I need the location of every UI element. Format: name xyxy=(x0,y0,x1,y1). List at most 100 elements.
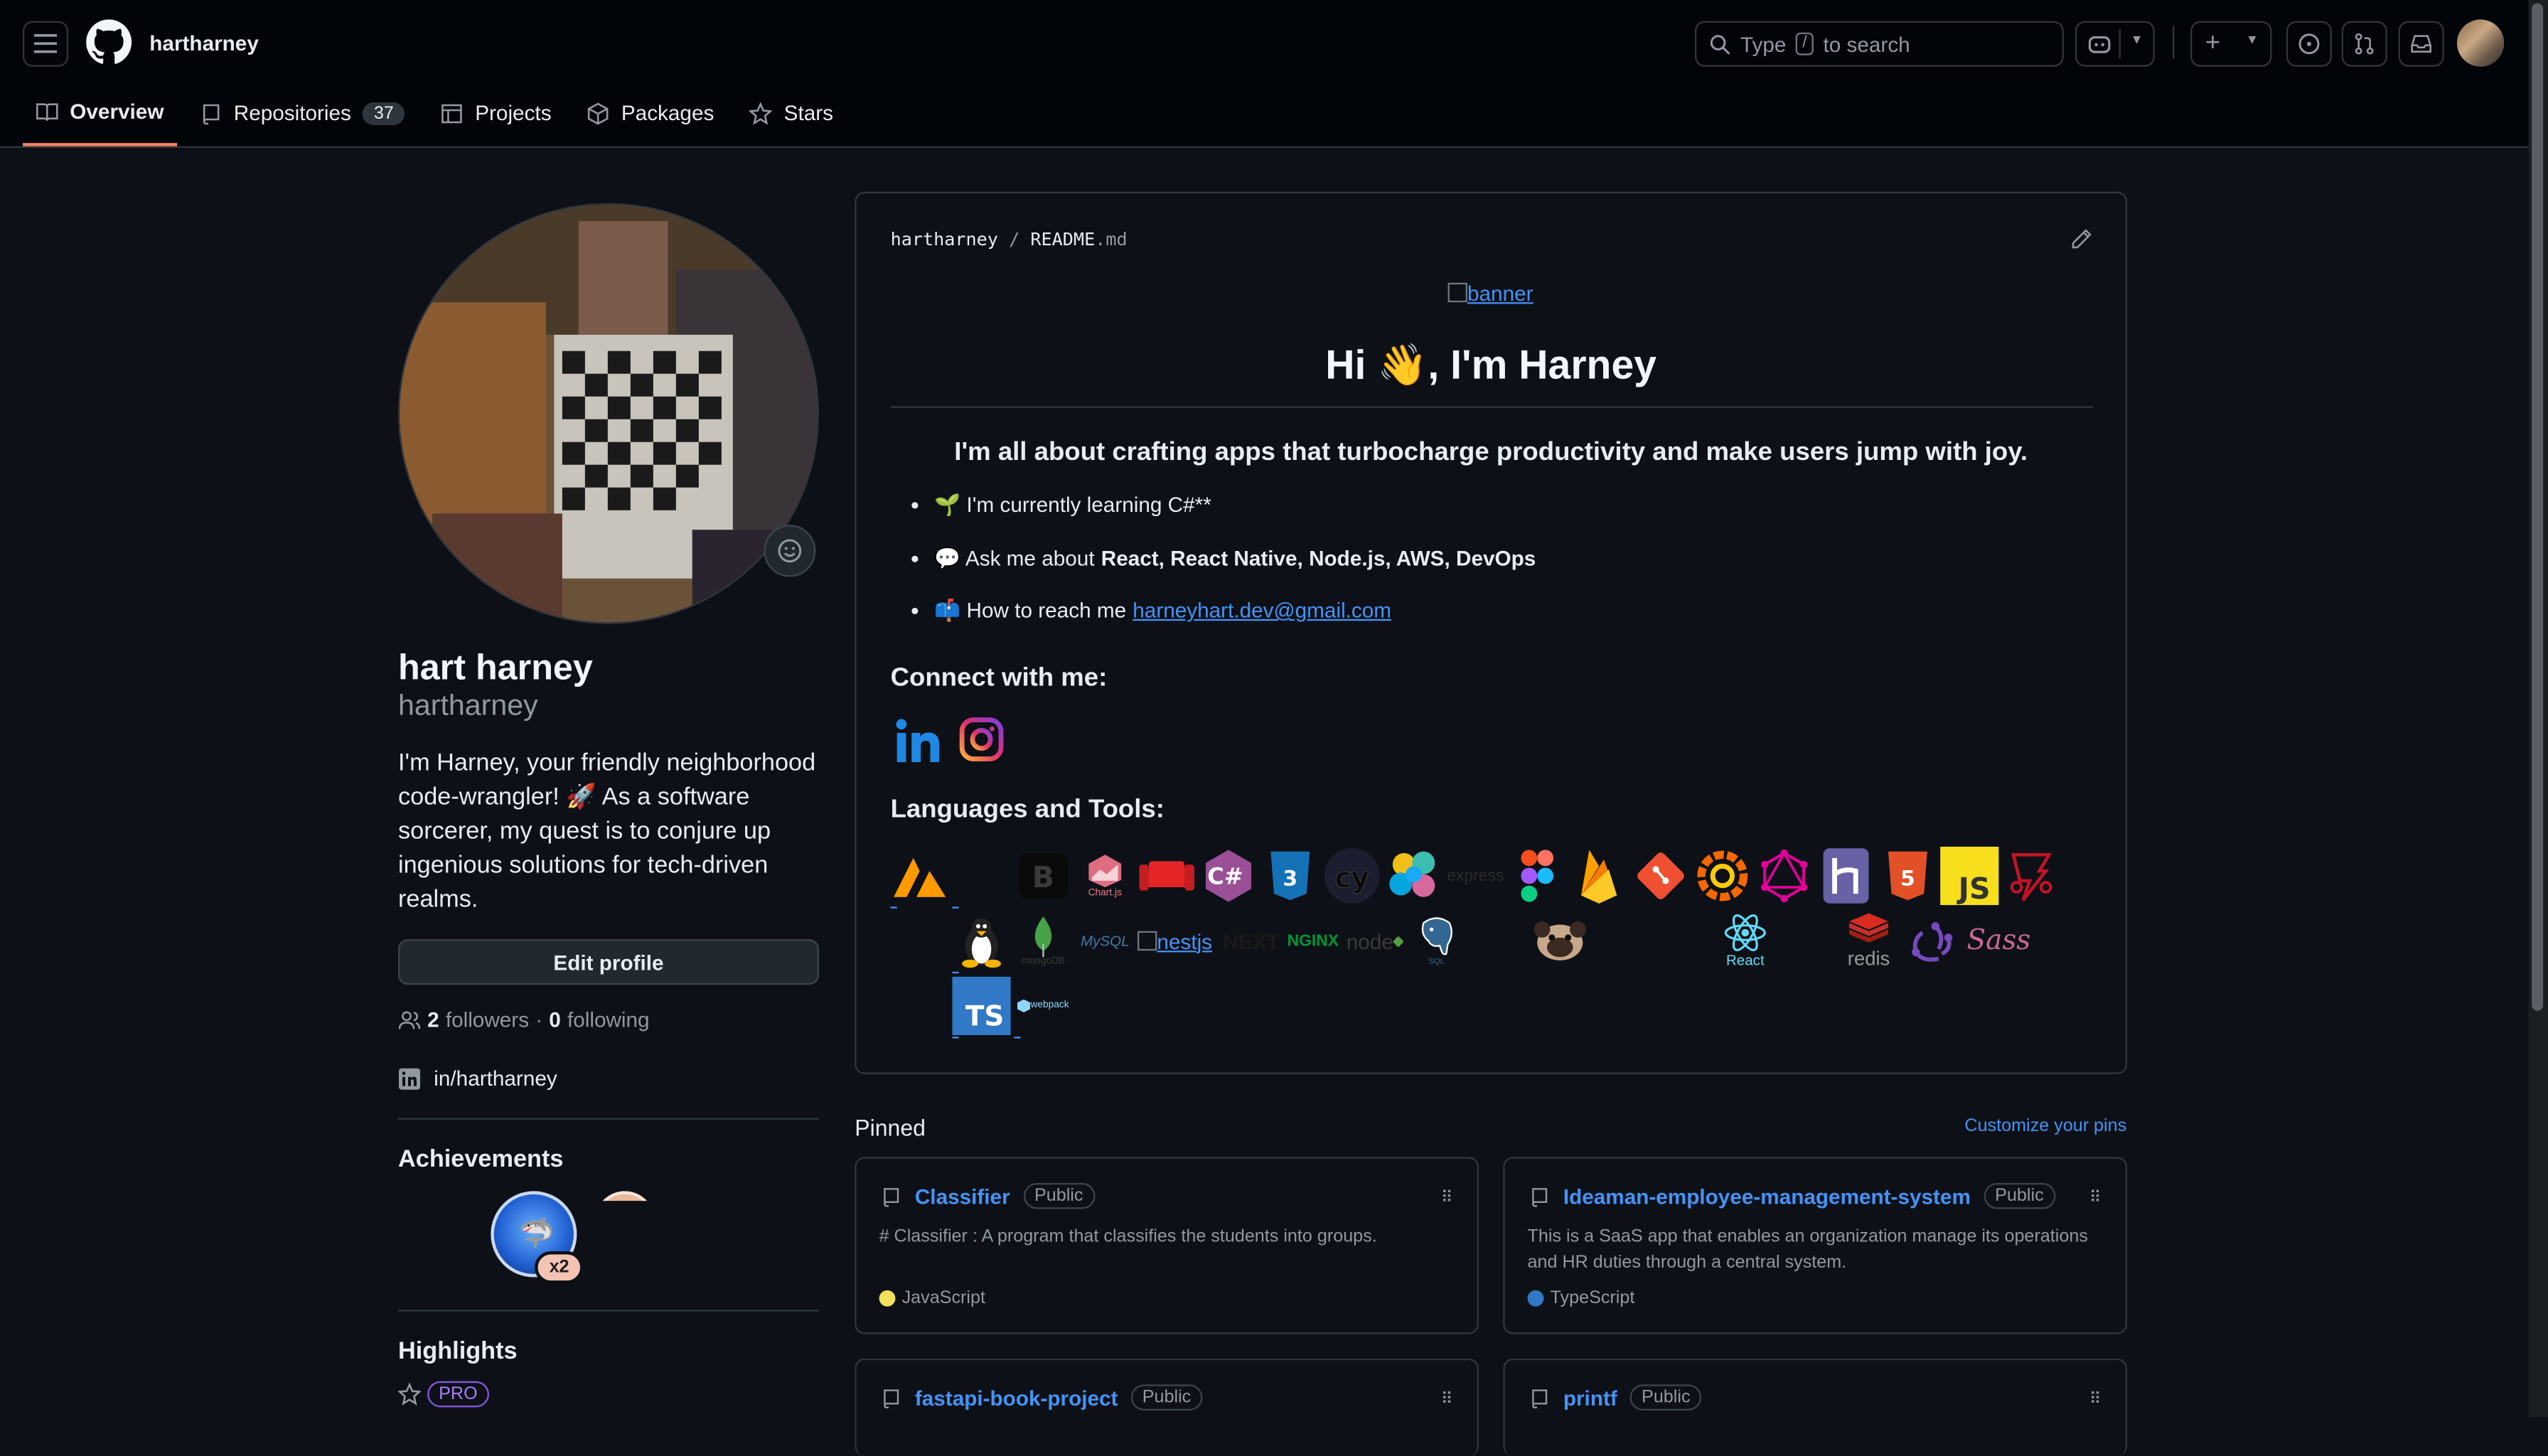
linkedin-link[interactable]: in/hartharney xyxy=(398,1066,557,1091)
nestjs-alt: nestjs xyxy=(1157,928,1213,953)
sass-label: Sass xyxy=(1966,924,2031,958)
header-username[interactable]: hartharney xyxy=(149,31,259,55)
repo-name-link[interactable]: fastapi-book-project xyxy=(915,1386,1118,1410)
issue-opened-icon xyxy=(2298,33,2320,55)
banner-image[interactable]: banner xyxy=(1447,281,1533,306)
followers-count[interactable]: 2 xyxy=(427,1007,439,1032)
tab-repositories-label: Repositories xyxy=(233,100,351,125)
github-logo-icon[interactable] xyxy=(86,19,132,65)
drag-handle-icon[interactable]: ⠿ xyxy=(2089,1189,2102,1207)
tab-projects[interactable]: Projects xyxy=(428,90,564,146)
tool-graphql-icon[interactable] xyxy=(1755,847,1814,905)
tool-linux-icon[interactable] xyxy=(952,911,1010,970)
tool-git-icon[interactable] xyxy=(1632,847,1690,905)
set-status-button[interactable] xyxy=(764,525,816,577)
tool-aws-amplify-icon[interactable] xyxy=(891,847,949,905)
issues-button[interactable] xyxy=(2286,21,2332,67)
tool-heroku-icon[interactable] xyxy=(1816,847,1875,905)
tool-csharp-icon[interactable]: C# xyxy=(1199,847,1258,905)
node-label: node xyxy=(1346,928,1393,953)
followers-label[interactable]: followers xyxy=(446,1007,529,1032)
search-input[interactable]: Type / to search xyxy=(1694,21,2064,67)
readme-owner[interactable]: hartharney xyxy=(891,229,998,250)
readme-file[interactable]: README xyxy=(1030,229,1095,250)
tool-postgresql-icon[interactable]: SQL xyxy=(1407,911,1465,970)
inbox-icon xyxy=(2411,35,2431,53)
tool-sass-icon[interactable]: Sass xyxy=(1963,911,2035,970)
tool-nestjs-image[interactable]: nestjs xyxy=(1137,911,1235,970)
repositories-count: 37 xyxy=(362,101,405,124)
pull-requests-button[interactable] xyxy=(2341,21,2387,67)
tool-cypress-icon[interactable]: cy xyxy=(1323,847,1381,905)
broken-image-icon xyxy=(1137,931,1157,951)
visibility-badge: Public xyxy=(1130,1384,1203,1410)
tool-css3-icon[interactable]: 3 xyxy=(1261,847,1320,905)
tool-firebase-icon[interactable] xyxy=(1570,847,1628,905)
tool-nextjs-icon[interactable]: NEXT xyxy=(1222,911,1280,970)
tool-chartjs-icon[interactable]: Chart.js xyxy=(1076,847,1134,905)
book-icon xyxy=(36,102,58,120)
scrollbar-thumb[interactable] xyxy=(2532,3,2544,1011)
linkedin-icon[interactable] xyxy=(894,717,943,774)
tab-repositories[interactable]: Repositories 37 xyxy=(186,90,418,146)
achievements-heading[interactable]: Achievements xyxy=(398,1145,563,1173)
repo-name-link[interactable]: printf xyxy=(1563,1386,1617,1410)
pinned-repo-card: Ideaman-employee-management-system Publi… xyxy=(1503,1157,2127,1334)
tool-figma-icon[interactable] xyxy=(1508,847,1566,905)
nginx-label: NGINX xyxy=(1287,931,1339,950)
profile-avatar[interactable] xyxy=(397,203,819,624)
edit-readme-button[interactable] xyxy=(2070,228,2093,258)
page-scrollbar[interactable] xyxy=(2528,0,2548,1418)
drag-handle-icon[interactable]: ⠿ xyxy=(1441,1189,1453,1207)
readme-tagline: I'm all about crafting apps that turboch… xyxy=(954,439,2028,466)
tool-elasticsearch-icon[interactable] xyxy=(1384,847,1442,905)
tab-stars[interactable]: Stars xyxy=(737,90,846,146)
menu-button[interactable] xyxy=(22,21,68,67)
tool-mysql-icon[interactable]: MySQL xyxy=(1076,911,1134,970)
repo-icon xyxy=(1532,1388,1548,1408)
tool-bootstrap-icon[interactable]: B xyxy=(1014,847,1072,905)
tool-jest-icon[interactable] xyxy=(2002,847,2060,905)
instagram-icon[interactable] xyxy=(959,717,1005,770)
tool-javascript-icon[interactable]: JS xyxy=(1940,846,1999,906)
react-label: React xyxy=(1725,952,1765,969)
tool-nodejs-icon[interactable]: node xyxy=(1346,911,1405,970)
notifications-button[interactable] xyxy=(2398,21,2444,67)
pro-badge[interactable]: PRO xyxy=(427,1381,489,1408)
tool-redux-icon[interactable] xyxy=(1901,911,1959,970)
tool-pug-icon[interactable] xyxy=(1531,911,1589,970)
language-color-dot xyxy=(1527,1290,1544,1307)
repo-name-link[interactable]: Ideaman-employee-management-system xyxy=(1563,1184,1971,1208)
tool-react-icon[interactable]: React xyxy=(1716,911,1774,970)
achievement-second-icon[interactable] xyxy=(594,1191,655,1201)
email-link[interactable]: harneyhart.dev@gmail.com xyxy=(1133,598,1391,622)
tool-nginx-icon[interactable]: NGINX xyxy=(1284,911,1342,970)
mysql-label: MySQL xyxy=(1080,932,1130,949)
repo-name-link[interactable]: Classifier xyxy=(915,1184,1010,1208)
tool-typescript-icon[interactable]: TS xyxy=(952,976,1011,1035)
copilot-button[interactable]: ▼ xyxy=(2075,21,2155,67)
tool-mongodb-icon[interactable]: mongoDB xyxy=(1014,911,1072,970)
svg-text:3: 3 xyxy=(1283,867,1298,892)
connect-heading: Connect with me: xyxy=(890,664,1108,692)
create-new-button[interactable]: + ▼ xyxy=(2190,21,2272,67)
package-icon xyxy=(588,102,609,124)
tool-webpack-icon[interactable]: webpack xyxy=(1014,977,1072,1035)
drag-handle-icon[interactable]: ⠿ xyxy=(2089,1391,2102,1409)
drag-handle-icon[interactable]: ⠿ xyxy=(1441,1391,1453,1409)
tool-html5-icon[interactable]: 5 xyxy=(1878,847,1937,905)
tool-couchdb-icon[interactable] xyxy=(1138,847,1196,905)
following-count[interactable]: 0 xyxy=(549,1007,561,1032)
tab-packages[interactable]: Packages xyxy=(574,90,727,146)
tool-redis-icon[interactable]: redis xyxy=(1839,911,1897,970)
following-label[interactable]: following xyxy=(567,1007,650,1032)
user-avatar-menu[interactable] xyxy=(2456,19,2505,67)
pinned-repo-card: printf Public ⠿ xyxy=(1503,1358,2127,1456)
tool-express-icon[interactable]: express xyxy=(1446,847,1504,905)
pencil-icon xyxy=(2072,229,2092,249)
tool-grafana-icon[interactable] xyxy=(1693,847,1752,905)
smiley-icon xyxy=(778,539,802,563)
edit-profile-button[interactable]: Edit profile xyxy=(397,939,819,985)
tab-overview[interactable]: Overview xyxy=(22,90,177,146)
customize-pins-link[interactable]: Customize your pins xyxy=(1964,1116,2126,1135)
